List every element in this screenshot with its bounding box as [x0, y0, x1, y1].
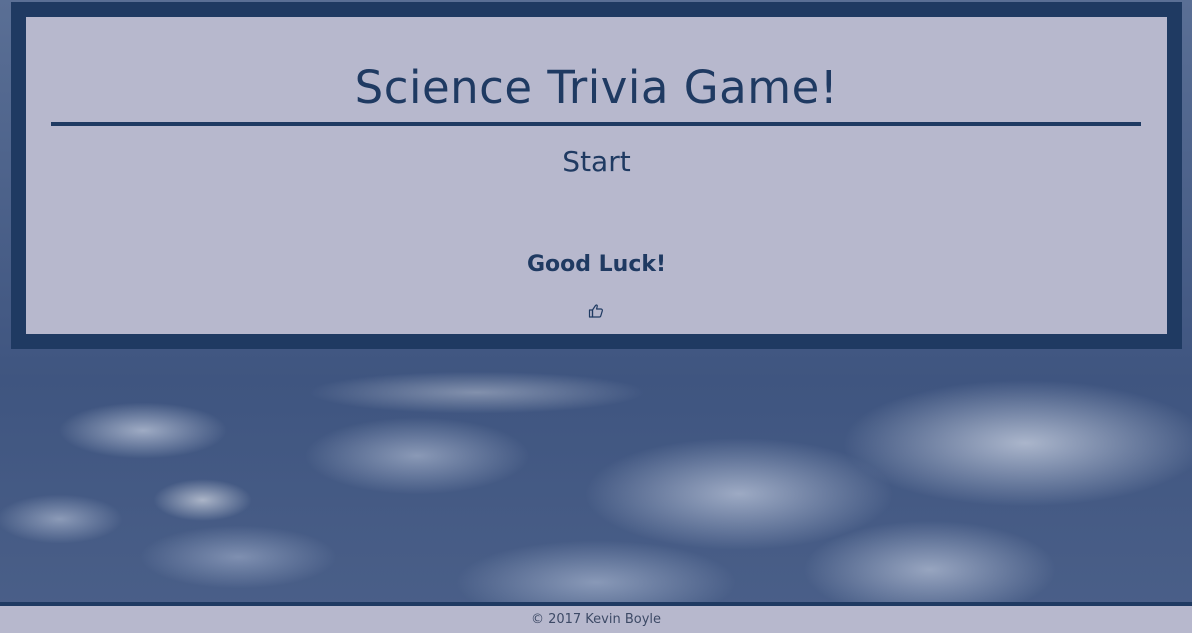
title-divider [51, 122, 1141, 126]
thumbs-up-icon [588, 303, 604, 319]
good-luck-text: Good Luck! [526, 252, 667, 277]
start-button-row: Start [26, 144, 1167, 180]
game-panel: Science Trivia Game! Start Good Luck! [11, 2, 1182, 349]
start-button[interactable]: Start [562, 144, 630, 180]
page-title: Science Trivia Game! [354, 61, 839, 114]
footer: © 2017 Kevin Boyle [0, 602, 1192, 633]
copyright-text: © 2017 Kevin Boyle [530, 612, 662, 627]
